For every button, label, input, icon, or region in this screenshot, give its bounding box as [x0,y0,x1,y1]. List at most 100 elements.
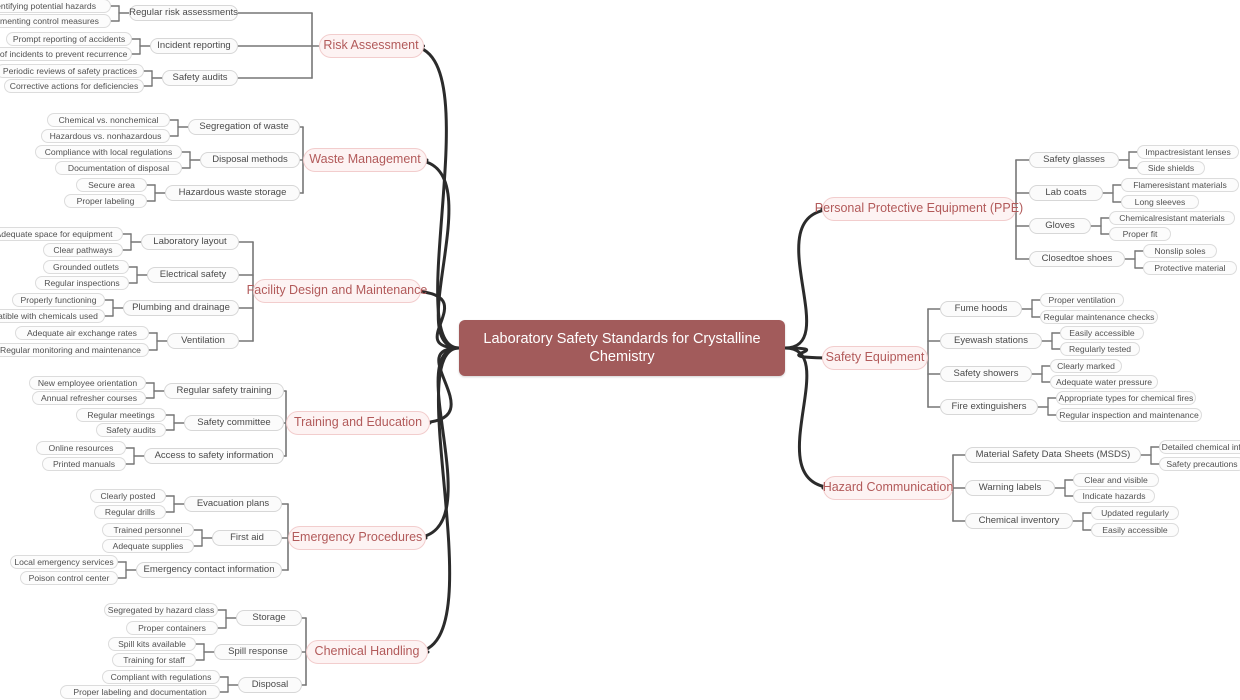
sub-node-7-4[interactable]: Closedtoe shoes [1029,251,1125,267]
branch-node-3[interactable]: Facility Design and Maintenance [247,279,427,303]
sub-node-4-3[interactable]: Access to safety information [144,448,284,464]
leaf-node-9-2-2[interactable]: Indicate hazards [1073,489,1155,503]
leaf-node-3-2-2[interactable]: Regular inspections [35,276,129,290]
branch-node-7[interactable]: Personal Protective Equipment (PPE) [815,197,1023,221]
branch-node-1[interactable]: Risk Assessment [318,34,424,58]
leaf-node-6-2-1[interactable]: Spill kits available [108,637,196,651]
leaf-node-1-2-2[interactable]: Analysis of incidents to prevent recurre… [0,47,132,61]
leaf-node-3-1-1[interactable]: Adequate space for equipment [0,227,123,241]
branch-node-6[interactable]: Chemical Handling [306,640,428,664]
leaf-node-6-3-2[interactable]: Proper labeling and documentation [60,685,220,699]
leaf-node-2-2-2[interactable]: Documentation of disposal [55,161,182,175]
sub-node-8-4[interactable]: Fire extinguishers [940,399,1038,415]
leaf-node-6-3-1[interactable]: Compliant with regulations [102,670,220,684]
sub-node-8-3[interactable]: Safety showers [940,366,1032,382]
leaf-node-8-4-1[interactable]: Appropriate types for chemical fires [1056,391,1196,405]
leaf-node-5-1-1[interactable]: Clearly posted [90,489,166,503]
sub-node-9-2[interactable]: Warning labels [965,480,1055,496]
leaf-node-7-4-1[interactable]: Nonslip soles [1143,244,1217,258]
sub-node-1-2[interactable]: Incident reporting [150,38,238,54]
leaf-node-9-3-2[interactable]: Easily accessible [1091,523,1179,537]
leaf-node-8-1-1[interactable]: Proper ventilation [1040,293,1124,307]
sub-node-7-3[interactable]: Gloves [1029,218,1091,234]
sub-node-3-4[interactable]: Ventilation [167,333,239,349]
sub-node-5-1[interactable]: Evacuation plans [184,496,282,512]
leaf-node-2-1-1[interactable]: Chemical vs. nonchemical [47,113,170,127]
leaf-node-4-2-1[interactable]: Regular meetings [76,408,166,422]
leaf-node-7-3-1[interactable]: Chemicalresistant materials [1109,211,1235,225]
sub-node-9-1[interactable]: Material Safety Data Sheets (MSDS) [965,447,1141,463]
sub-node-5-3[interactable]: Emergency contact information [136,562,282,578]
branch-node-4[interactable]: Training and Education [286,411,430,435]
leaf-node-7-2-2[interactable]: Long sleeves [1121,195,1199,209]
leaf-node-3-3-1[interactable]: Properly functioning [12,293,105,307]
sub-node-4-1[interactable]: Regular safety training [164,383,284,399]
sub-node-2-2[interactable]: Disposal methods [200,152,300,168]
leaf-node-2-1-2[interactable]: Hazardous vs. nonhazardous [41,129,170,143]
sub-node-2-3[interactable]: Hazardous waste storage [165,185,300,201]
leaf-node-5-3-2[interactable]: Poison control center [20,571,118,585]
leaf-node-1-3-1[interactable]: Periodic reviews of safety practices [0,64,144,78]
leaf-node-7-3-2[interactable]: Proper fit [1109,227,1171,241]
leaf-node-7-1-1[interactable]: Impactresistant lenses [1137,145,1239,159]
leaf-node-9-1-1[interactable]: Detailed chemical information [1159,440,1240,454]
leaf-node-8-3-1[interactable]: Clearly marked [1050,359,1122,373]
sub-node-1-1[interactable]: Regular risk assessments [129,5,238,21]
leaf-node-3-3-2[interactable]: Compatible with chemicals used [0,309,105,323]
leaf-node-3-4-1[interactable]: Adequate air exchange rates [15,326,149,340]
branch-node-9[interactable]: Hazard Communication [823,476,953,500]
leaf-node-5-2-1[interactable]: Trained personnel [102,523,194,537]
sub-node-3-3[interactable]: Plumbing and drainage [123,300,239,316]
leaf-node-1-2-1[interactable]: Prompt reporting of accidents [6,32,132,46]
branch-node-5[interactable]: Emergency Procedures [288,526,426,550]
leaf-node-6-1-1[interactable]: Segregated by hazard class [104,603,218,617]
leaf-node-6-2-2[interactable]: Training for staff [112,653,196,667]
sub-node-8-2[interactable]: Eyewash stations [940,333,1042,349]
leaf-node-8-2-2[interactable]: Regularly tested [1060,342,1140,356]
leaf-node-5-1-2[interactable]: Regular drills [94,505,166,519]
leaf-node-1-3-2[interactable]: Corrective actions for deficiencies [4,79,144,93]
root-node[interactable]: Laboratory Safety Standards for Crystall… [459,320,785,376]
leaf-node-8-2-1[interactable]: Easily accessible [1060,326,1144,340]
leaf-node-3-2-1[interactable]: Grounded outlets [43,260,129,274]
leaf-node-1-1-2[interactable]: Implementing control measures [0,14,111,28]
sub-node-7-1[interactable]: Safety glasses [1029,152,1119,168]
leaf-node-8-4-2[interactable]: Regular inspection and maintenance [1056,408,1202,422]
leaf-node-3-1-2[interactable]: Clear pathways [43,243,123,257]
leaf-node-4-1-1[interactable]: New employee orientation [29,376,146,390]
leaf-node-4-3-1[interactable]: Online resources [36,441,126,455]
leaf-node-9-2-1[interactable]: Clear and visible [1073,473,1159,487]
leaf-node-2-3-1[interactable]: Secure area [76,178,147,192]
sub-node-3-2[interactable]: Electrical safety [147,267,239,283]
sub-node-6-3[interactable]: Disposal [238,677,302,693]
leaf-node-9-1-2[interactable]: Safety precautions [1159,457,1240,471]
leaf-node-5-3-1[interactable]: Local emergency services [10,555,118,569]
sub-node-8-1[interactable]: Fume hoods [940,301,1022,317]
leaf-node-5-2-2[interactable]: Adequate supplies [102,539,194,553]
leaf-node-4-1-2[interactable]: Annual refresher courses [32,391,146,405]
leaf-node-2-3-2[interactable]: Proper labeling [64,194,147,208]
branch-node-8[interactable]: Safety Equipment [822,346,928,370]
leaf-node-1-1-1[interactable]: Identifying potential hazards [0,0,111,13]
leaf-node-6-1-2[interactable]: Proper containers [126,621,218,635]
leaf-node-4-3-2[interactable]: Printed manuals [42,457,126,471]
sub-node-5-2[interactable]: First aid [212,530,282,546]
sub-node-7-2[interactable]: Lab coats [1029,185,1103,201]
leaf-node-7-1-2[interactable]: Side shields [1137,161,1205,175]
sub-node-2-1[interactable]: Segregation of waste [188,119,300,135]
leaf-node-3-4-2[interactable]: Regular monitoring and maintenance [0,343,149,357]
sub-node-4-2[interactable]: Safety committee [184,415,284,431]
leaf-node-8-1-2[interactable]: Regular maintenance checks [1040,310,1158,324]
sub-node-1-3[interactable]: Safety audits [162,70,238,86]
leaf-node-7-2-1[interactable]: Flameresistant materials [1121,178,1239,192]
sub-node-9-3[interactable]: Chemical inventory [965,513,1073,529]
sub-node-3-1[interactable]: Laboratory layout [141,234,239,250]
leaf-node-8-3-2[interactable]: Adequate water pressure [1050,375,1158,389]
leaf-node-7-4-2[interactable]: Protective material [1143,261,1237,275]
leaf-node-4-2-2[interactable]: Safety audits [96,423,166,437]
leaf-node-9-3-1[interactable]: Updated regularly [1091,506,1179,520]
leaf-node-2-2-1[interactable]: Compliance with local regulations [35,145,182,159]
sub-node-6-2[interactable]: Spill response [214,644,302,660]
branch-node-2[interactable]: Waste Management [303,148,427,172]
sub-node-6-1[interactable]: Storage [236,610,302,626]
